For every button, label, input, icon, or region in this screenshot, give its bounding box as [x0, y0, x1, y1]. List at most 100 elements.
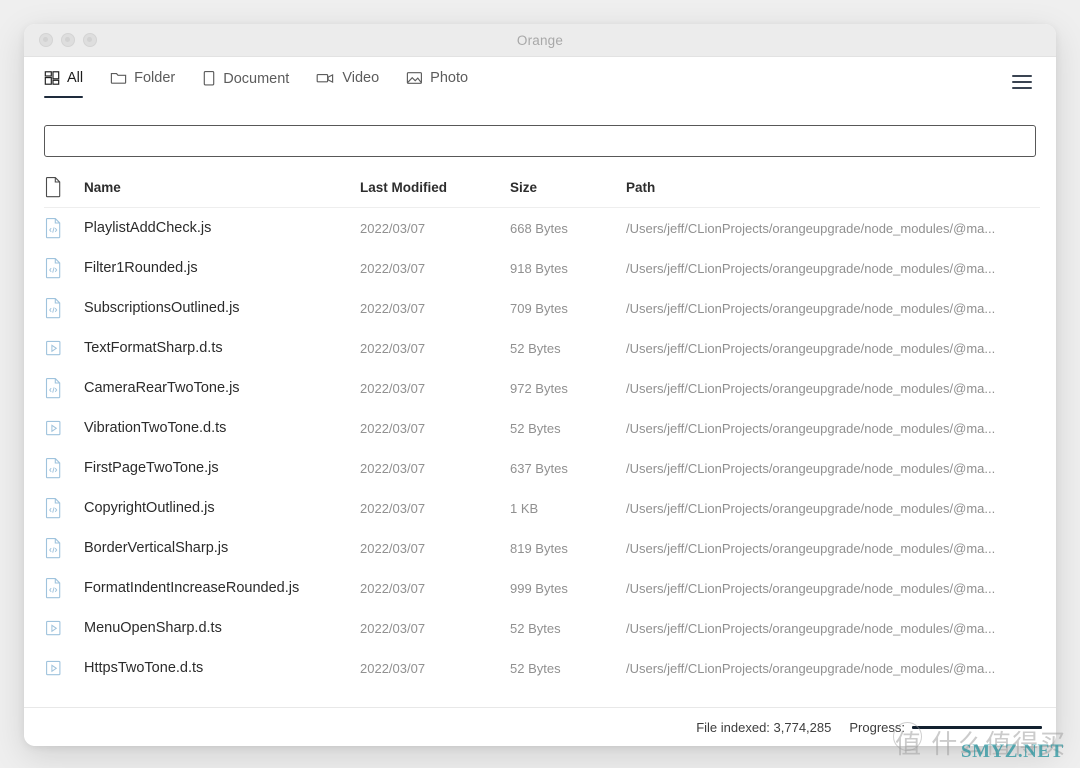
cell-modified: 2022/03/07 [360, 460, 426, 476]
js-file-icon [44, 577, 84, 599]
table-body: PlaylistAddCheck.js 2022/03/07 668 Bytes/U… [44, 208, 1040, 688]
window-controls [39, 33, 97, 47]
folder-icon [110, 70, 127, 86]
cell-size: 972 Bytes [510, 380, 568, 396]
dts-file-icon [44, 337, 84, 359]
cell-path: /Users/jeff/CLionProjects/orangeupgrade/… [626, 660, 996, 676]
column-header-name[interactable]: Name [84, 180, 360, 195]
tab-video[interactable]: Video [316, 70, 379, 97]
maximize-button[interactable] [83, 33, 97, 47]
cell-path: /Users/jeff/CLionProjects/orangeupgrade/… [626, 260, 996, 276]
tab-label: Video [342, 70, 380, 86]
js-file-icon [44, 537, 84, 559]
cell-path: /Users/jeff/CLionProjects/orangeupgrade/… [626, 540, 996, 556]
cell-name: SubscriptionsOutlined.js [84, 300, 240, 316]
table-row[interactable]: FormatIndentIncreaseRounded.js 2022/03/07… [44, 568, 1040, 608]
hamburger-menu-icon[interactable] [1012, 71, 1038, 93]
table-row[interactable]: HttpsTwoTone.d.ts 2022/03/07 52 Bytes/User… [44, 648, 1040, 688]
cell-path: /Users/jeff/CLionProjects/orangeupgrade/… [626, 300, 996, 316]
cell-modified: 2022/03/07 [360, 540, 426, 556]
cell-path: /Users/jeff/CLionProjects/orangeupgrade/… [626, 340, 996, 356]
cell-name: VibrationTwoTone.d.ts [84, 420, 227, 436]
cell-name: TextFormatSharp.d.ts [84, 340, 223, 356]
tab-folder[interactable]: Folder [110, 70, 175, 97]
file-table: Name Last Modified Size Path PlaylistAdd… [24, 167, 1056, 707]
search-input[interactable] [44, 125, 1036, 157]
cell-size: 999 Bytes [510, 580, 568, 596]
cell-path: /Users/jeff/CLionProjects/orangeupgrade/… [626, 460, 996, 476]
table-row[interactable]: Filter1Rounded.js 2022/03/07 918 Bytes/Use… [44, 248, 1040, 288]
tab-all[interactable]: All [44, 70, 84, 98]
title-bar: Orange [24, 24, 1056, 57]
cell-size: 52 Bytes [510, 660, 561, 676]
cell-name: Filter1Rounded.js [84, 260, 198, 276]
cell-name: CameraRearTwoTone.js [84, 380, 240, 396]
tab-document[interactable]: Document [202, 70, 289, 98]
tab-label: Folder [134, 70, 176, 86]
tab-photo[interactable]: Photo [406, 70, 468, 97]
cell-size: 1 KB [510, 500, 539, 516]
cell-path: /Users/jeff/CLionProjects/orangeupgrade/… [626, 500, 996, 516]
cell-path: /Users/jeff/CLionProjects/orangeupgrade/… [626, 420, 996, 436]
cell-path: /Users/jeff/CLionProjects/orangeupgrade/… [626, 620, 996, 636]
dts-file-icon [44, 417, 84, 439]
cell-path: /Users/jeff/CLionProjects/orangeupgrade/… [626, 580, 996, 596]
table-row[interactable]: BorderVerticalSharp.js 2022/03/07 819 Byte… [44, 528, 1040, 568]
table-row[interactable]: MenuOpenSharp.d.ts 2022/03/07 52 Bytes/Use… [44, 608, 1040, 648]
table-row[interactable]: PlaylistAddCheck.js 2022/03/07 668 Bytes/U… [44, 208, 1040, 248]
cell-name: FormatIndentIncreaseRounded.js [84, 580, 300, 596]
table-row[interactable]: FirstPageTwoTone.js 2022/03/07 637 Bytes/U… [44, 448, 1040, 488]
cell-size: 668 Bytes [510, 220, 568, 236]
menu-line [1012, 75, 1032, 78]
cell-modified: 2022/03/07 [360, 380, 426, 396]
cell-path: /Users/jeff/CLionProjects/orangeupgrade/… [626, 380, 996, 396]
table-row[interactable]: TextFormatSharp.d.ts 2022/03/07 52 Bytes/U… [44, 328, 1040, 368]
tab-label: Photo [430, 70, 469, 86]
photo-icon [406, 70, 423, 86]
tab-list: All Folder Document Video Photo [44, 57, 468, 98]
column-header-path[interactable]: Path [626, 180, 1040, 195]
cell-size: 819 Bytes [510, 540, 568, 556]
dts-file-icon [44, 617, 84, 639]
cell-size: 52 Bytes [510, 620, 561, 636]
cell-modified: 2022/03/07 [360, 260, 426, 276]
file-icon [44, 176, 84, 198]
file-indexed-count: File indexed: 3,774,285 [696, 719, 832, 735]
cell-name: HttpsTwoTone.d.ts [84, 660, 204, 676]
cell-modified: 2022/03/07 [360, 660, 426, 676]
js-file-icon [44, 257, 84, 279]
progress-bar [912, 725, 1042, 729]
status-bar: File indexed: 3,774,285 Progress: [24, 707, 1056, 746]
column-header-modified[interactable]: Last Modified [360, 180, 510, 195]
tab-label: All [67, 70, 84, 86]
cell-modified: 2022/03/07 [360, 420, 426, 436]
table-row[interactable]: VibrationTwoTone.d.ts 2022/03/07 52 Bytes /… [44, 408, 1040, 448]
menu-line [1012, 86, 1032, 89]
close-button[interactable] [39, 33, 53, 47]
window-title: Orange [516, 32, 564, 48]
js-file-icon [44, 457, 84, 479]
cell-modified: 2022/03/07 [360, 340, 426, 356]
table-row[interactable]: CopyrightOutlined.js 2022/03/07 1 KB/Users… [44, 488, 1040, 528]
cell-modified: 2022/03/07 [360, 500, 426, 516]
cell-size: 52 Bytes [510, 340, 561, 356]
cell-name: BorderVerticalSharp.js [84, 540, 229, 556]
cell-name: MenuOpenSharp.d.ts [84, 620, 222, 636]
js-file-icon [44, 497, 84, 519]
cell-size: 637 Bytes [510, 460, 568, 476]
cell-name: FirstPageTwoTone.js [84, 460, 219, 476]
table-row[interactable]: CameraRearTwoTone.js 2022/03/07 972 Bytes /… [44, 368, 1040, 408]
cell-size: 709 Bytes [510, 300, 568, 316]
grid-icon [44, 70, 60, 86]
cell-modified: 2022/03/07 [360, 220, 426, 236]
column-header-size[interactable]: Size [510, 180, 626, 195]
progress-bar-fill [912, 725, 1042, 729]
cell-size: 918 Bytes [510, 260, 568, 276]
minimize-button[interactable] [61, 33, 75, 47]
cell-modified: 2022/03/07 [360, 620, 426, 636]
application-window: Orange All Folder Document Video Photo N… [24, 24, 1056, 746]
video-icon [316, 71, 335, 85]
dts-file-icon [44, 657, 84, 679]
table-row[interactable]: SubscriptionsOutlined.js 2022/03/07 709 By… [44, 288, 1040, 328]
cell-modified: 2022/03/07 [360, 300, 426, 316]
